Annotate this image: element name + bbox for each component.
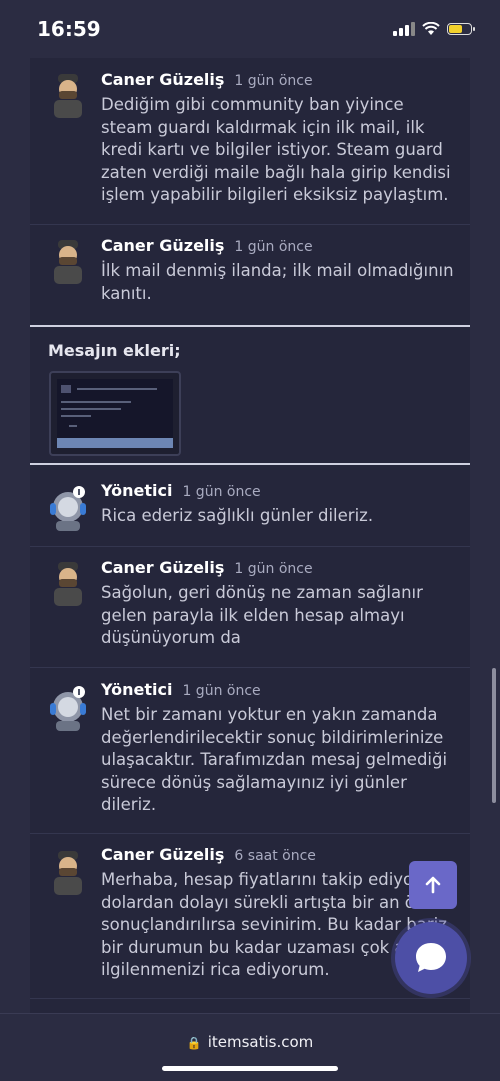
arrow-up-icon — [425, 876, 441, 894]
message-time: 1 gün önce — [234, 561, 313, 577]
message-text: İlk mail denmiş ilanda; ilk mail olmadığ… — [101, 261, 454, 303]
message-author: Yönetici 1 gün önce — [101, 481, 261, 500]
message-author: Caner Güzeliş 1 gün önce — [101, 70, 313, 89]
lock-icon: 🔒 — [186, 1036, 202, 1050]
page-scrollbar[interactable] — [492, 668, 496, 803]
admin-avatar-icon — [50, 486, 86, 531]
message-author: Caner Güzeliş 6 saat önce — [101, 845, 316, 864]
user-avatar-icon — [54, 74, 82, 118]
status-bar: 16:59 — [0, 0, 500, 58]
url-display[interactable]: 🔒 itemsatis.com — [0, 1033, 500, 1051]
message-text: Net bir zamanı yoktur en yakın zamanda d… — [101, 705, 448, 814]
message-text: Rica ederiz sağlıklı günler dileriz. — [101, 506, 374, 525]
status-icons — [393, 22, 475, 36]
admin-avatar-icon — [50, 686, 86, 731]
message-author: Caner Güzeliş 1 gün önce — [101, 558, 313, 577]
user-avatar-icon — [54, 240, 82, 284]
message-item: Caner Güzeliş 1 gün önce Dediğim gibi com… — [30, 58, 470, 225]
status-time: 16:59 — [37, 17, 101, 41]
message-item: Caner Güzeliş 1 gün önce İlk mail denmiş … — [30, 224, 470, 324]
signal-icon — [393, 22, 415, 36]
attachments-section: Mesajın ekleri; — [30, 325, 470, 465]
message-thread: Caner Güzeliş 1 gün önce Dediğim gibi com… — [30, 58, 470, 1013]
live-chat-button[interactable] — [395, 922, 467, 994]
message-time: 1 gün önce — [234, 239, 313, 255]
message-author: Caner Güzeliş 1 gün önce — [101, 236, 313, 255]
home-indicator[interactable] — [162, 1066, 338, 1071]
message-time: 1 gün önce — [234, 73, 313, 89]
message-text: Sağolun, geri dönüş ne zaman sağlanır ge… — [101, 583, 423, 647]
chat-bubble-icon — [416, 943, 446, 972]
message-time: 1 gün önce — [182, 683, 261, 699]
attachment-thumbnail[interactable] — [49, 371, 181, 456]
message-item: Yönetici 1 gün önce Net bir zamanı yoktur… — [30, 667, 470, 834]
user-avatar-icon — [54, 851, 82, 895]
message-time: 1 gün önce — [182, 484, 261, 500]
message-time: 6 saat önce — [234, 848, 316, 864]
battery-icon — [447, 23, 475, 35]
scroll-to-top-button[interactable] — [409, 861, 457, 909]
user-avatar-icon — [54, 562, 82, 606]
browser-address-bar[interactable]: 🔒 itemsatis.com — [0, 1013, 500, 1081]
message-author: Yönetici 1 gün önce — [101, 680, 261, 699]
message-text: Dediğim gibi community ban yiyince steam… — [101, 95, 451, 204]
attachments-title: Mesajın ekleri; — [48, 341, 181, 360]
message-item: Yönetici 1 gün önce Rica ederiz sağlıklı … — [30, 465, 470, 547]
wifi-icon — [422, 22, 440, 35]
message-item: Caner Güzeliş 1 gün önce Sağolun, geri dö… — [30, 546, 470, 668]
